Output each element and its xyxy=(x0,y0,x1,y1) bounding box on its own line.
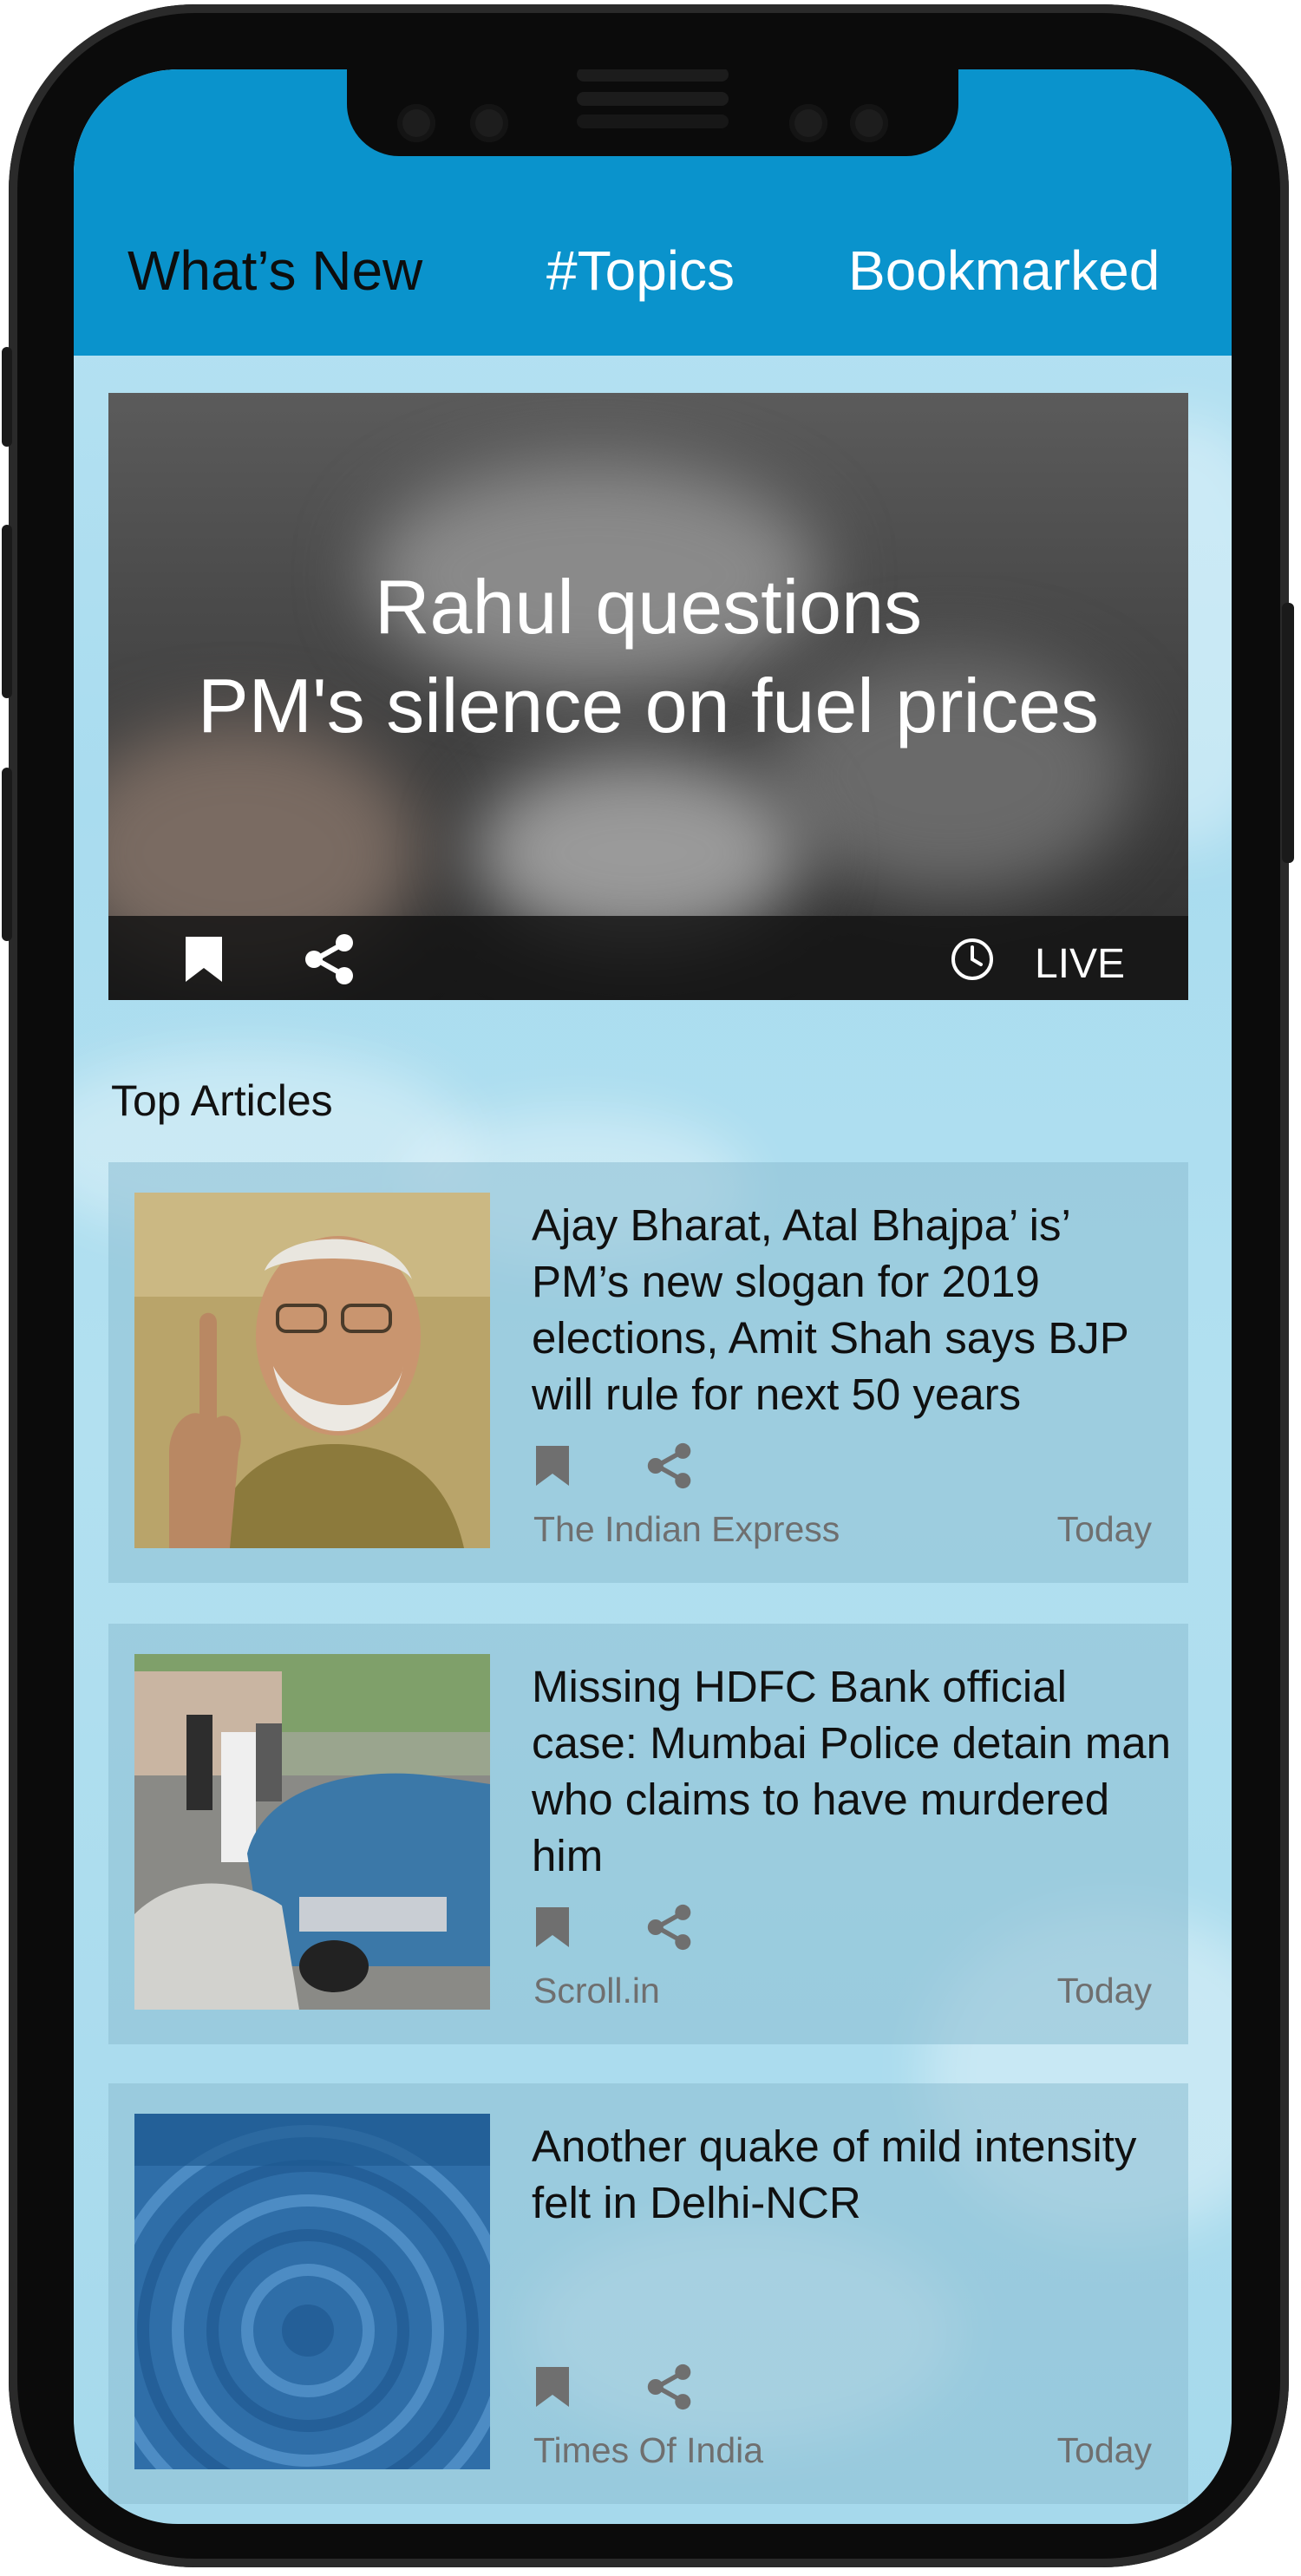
phone-side-button-power xyxy=(1282,603,1294,863)
bookmark-icon[interactable] xyxy=(182,935,226,984)
app-screen: What’s New #Topics Bookmarked Rahul ques… xyxy=(74,69,1232,2524)
clock-icon xyxy=(951,938,993,980)
phone-side-button-volume-down xyxy=(2,768,12,941)
article-card[interactable]: Another quake of mild intensity felt in … xyxy=(108,2083,1188,2504)
tab-bookmarked[interactable]: Bookmarked xyxy=(848,239,1160,303)
share-icon[interactable] xyxy=(304,933,356,985)
article-card[interactable]: Ajay Bharat, Atal Bhajpa’ is’ PM’s new s… xyxy=(108,1162,1188,1583)
bookmark-icon[interactable] xyxy=(533,1906,572,1949)
phone-notch xyxy=(347,69,958,156)
tab-whats-new[interactable]: What’s New xyxy=(127,239,422,303)
article-time: Today xyxy=(1056,1509,1152,1549)
sensor-dot xyxy=(789,104,827,142)
article-thumbnail xyxy=(134,2114,490,2469)
share-icon[interactable] xyxy=(646,1442,693,1489)
headline-line-2: PM's silence on fuel prices xyxy=(197,663,1100,749)
article-source: Scroll.in xyxy=(533,1971,660,2010)
share-icon[interactable] xyxy=(646,1904,693,1951)
earpiece-speaker xyxy=(577,92,729,106)
live-indicator: LIVE xyxy=(1035,941,1126,987)
article-title[interactable]: Missing HDFC Bank official case: Mumbai … xyxy=(532,1658,1174,1884)
headline-line-1: Rahul questions xyxy=(374,564,923,650)
tab-topics[interactable]: #Topics xyxy=(546,239,735,303)
front-camera xyxy=(470,104,508,142)
article-time: Today xyxy=(1056,2430,1152,2470)
article-thumbnail xyxy=(134,1654,490,2010)
article-title[interactable]: Ajay Bharat, Atal Bhajpa’ is’ PM’s new s… xyxy=(532,1197,1174,1422)
bookmark-icon[interactable] xyxy=(533,1444,572,1487)
section-title: Top Articles xyxy=(111,1076,333,1125)
earpiece-speaker xyxy=(577,114,729,128)
bookmark-icon[interactable] xyxy=(533,2365,572,2409)
earpiece-speaker xyxy=(577,69,729,82)
featured-story-headline: Rahul questions PM's silence on fuel pri… xyxy=(108,558,1188,755)
article-card[interactable]: Missing HDFC Bank official case: Mumbai … xyxy=(108,1624,1188,2044)
phone-frame: What’s New #Topics Bookmarked Rahul ques… xyxy=(2,4,1294,2567)
share-icon[interactable] xyxy=(646,2364,693,2410)
featured-story-card[interactable]: Rahul questions PM's silence on fuel pri… xyxy=(108,393,1188,1000)
featured-story-toolbar: LIVE xyxy=(108,916,1188,1000)
article-time: Today xyxy=(1056,1971,1152,2010)
phone-side-button-silent xyxy=(2,347,12,447)
article-source: The Indian Express xyxy=(533,1509,840,1549)
article-thumbnail xyxy=(134,1193,490,1548)
sensor-dot xyxy=(397,104,435,142)
article-source: Times Of India xyxy=(533,2430,764,2470)
phone-side-button-volume-up xyxy=(2,525,12,698)
sensor-dot xyxy=(850,104,888,142)
article-title[interactable]: Another quake of mild intensity felt in … xyxy=(532,2118,1174,2231)
